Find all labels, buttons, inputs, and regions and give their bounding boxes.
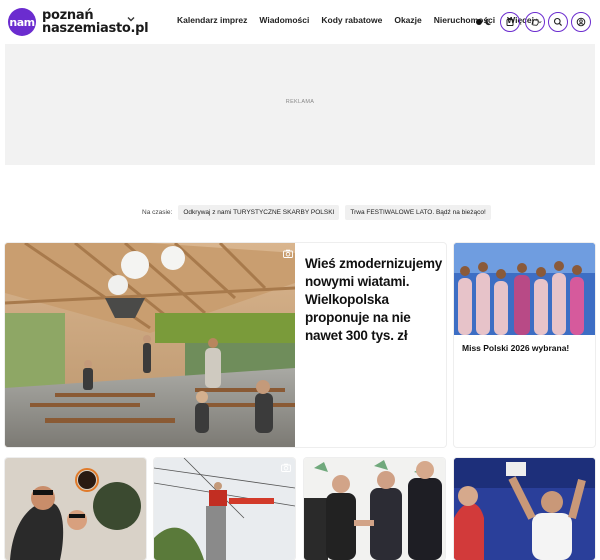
user-account-button[interactable] [571, 12, 591, 32]
trending-bar: Na czasie: Odkrywaj z nami TURYSTYCZNE S… [142, 205, 497, 220]
ad-slot[interactable]: REKLAMA [5, 44, 595, 165]
trending-label: Na czasie: [142, 209, 173, 216]
search-icon [553, 17, 563, 27]
gallery-camera-icon [281, 463, 291, 472]
newspaper-icon [506, 18, 514, 26]
article-image-handshake [304, 458, 445, 560]
article-image-volleyball [454, 458, 595, 560]
trending-chip-festiwalowe[interactable]: Trwa FESTIWALOWE LATO. Bądź na bieżąco! [345, 205, 491, 220]
article-card-volleyball[interactable] [454, 458, 595, 560]
dark-mode-dot-icon [476, 19, 482, 25]
nav-wiadomosci[interactable]: Wiadomości [259, 15, 309, 25]
featured-image-pavilion [5, 243, 295, 447]
nav-kalendarz-imprez[interactable]: Kalendarz imprez [177, 15, 247, 25]
main-nav: Kalendarz imprez Wiadomości Kody rabatow… [177, 15, 555, 25]
newspaper-button[interactable] [500, 12, 520, 32]
theme-toggle[interactable] [476, 16, 494, 28]
article-image-power-lines [154, 458, 295, 560]
logo-badge: nam [8, 8, 36, 36]
nav-okazje[interactable]: Okazje [394, 15, 421, 25]
featured-article[interactable]: Wieś zmodernizujemy nowymi wiatami. Wiel… [5, 243, 446, 447]
article-card-eclipse[interactable] [5, 458, 146, 560]
article-image-eclipse [5, 458, 146, 560]
article-card-title[interactable]: Miss Polski 2026 wybrana! [462, 343, 569, 354]
hand-icon [531, 18, 539, 26]
hand-button[interactable] [525, 12, 545, 32]
trending-chip-turystyczne[interactable]: Odkrywaj z nami TURYSTYCZNE SKARBY POLSK… [178, 205, 340, 220]
article-card-miss-polski[interactable]: Miss Polski 2026 wybrana! [454, 243, 595, 447]
article-card-handshake[interactable] [304, 458, 445, 560]
moon-icon [485, 18, 492, 26]
site-header: nam poznań naszemiasto.pl Kalendarz impr… [0, 0, 600, 44]
user-icon [576, 17, 586, 27]
article-card-power-lines[interactable] [154, 458, 295, 560]
city-switch-chevron-icon[interactable] [126, 14, 136, 24]
article-image-miss-polski [454, 243, 595, 335]
ad-label: REKLAMA [285, 99, 315, 105]
search-button[interactable] [548, 12, 568, 32]
gallery-camera-icon [283, 249, 293, 258]
featured-article-title[interactable]: Wieś zmodernizujemy nowymi wiatami. Wiel… [305, 255, 443, 345]
nav-kody-rabatowe[interactable]: Kody rabatowe [321, 15, 382, 25]
